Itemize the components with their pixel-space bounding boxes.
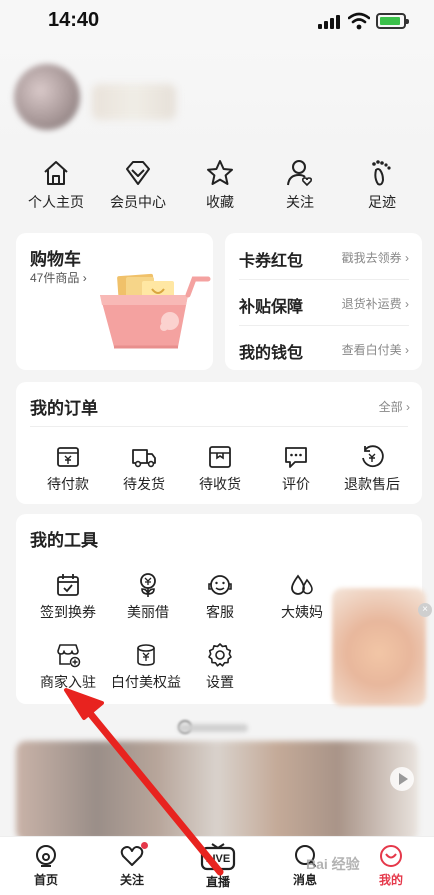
notification-dot [141, 842, 148, 849]
tab-follow[interactable]: 关注 [97, 842, 167, 888]
cart-card[interactable]: 购物车 47件商品 › [16, 233, 213, 370]
tool-label: 客服 [206, 604, 234, 620]
quick-label: 会员中心 [110, 194, 166, 210]
recommend-feed-blurred[interactable] [16, 741, 418, 841]
subsidy-row[interactable]: 补贴保障 退货补运费 › [239, 279, 409, 325]
signal-icon [318, 15, 344, 29]
tool-customer-service[interactable]: 客服 [180, 572, 260, 622]
username-blurred [92, 84, 176, 120]
home-icon [44, 161, 68, 185]
order-pending-payment[interactable]: 待付款 [30, 444, 106, 494]
tab-label: 直播 [205, 875, 230, 889]
wallet-row[interactable]: 我的钱包 查看白付美 › [239, 325, 409, 371]
gear-icon [208, 643, 232, 667]
shopping-cart-illustration [100, 273, 211, 349]
tool-label: 设置 [206, 674, 234, 690]
tool-label: 白付美权益 [111, 674, 181, 690]
tools-title: 我的工具 [30, 531, 98, 550]
subsidy-label: 补贴保障 [239, 299, 304, 316]
tool-label: 美丽借 [127, 604, 169, 620]
floating-promo-image[interactable] [332, 588, 426, 706]
status-bar: 14:40 [0, 0, 434, 44]
orders-card: 我的订单 全部 › 待付款 待发货 待收货 评价 退款售后 [16, 382, 422, 504]
order-label: 待付款 [47, 476, 89, 492]
cart-count: 47件商品 › [30, 271, 87, 285]
close-icon[interactable]: × [418, 603, 432, 617]
quick-label: 关注 [286, 194, 314, 210]
quick-personal-home[interactable]: 个人主页 [14, 158, 98, 212]
money-flower-icon [140, 573, 156, 597]
tool-merchant-join[interactable]: 商家入驻 [28, 642, 108, 692]
quick-label: 收藏 [206, 194, 234, 210]
quick-footprint[interactable]: 足迹 [340, 158, 424, 212]
order-label: 待发货 [123, 476, 165, 492]
tool-label: 商家入驻 [40, 674, 96, 690]
orders-title: 我的订单 [30, 399, 98, 418]
wallet-icon [57, 447, 79, 467]
order-pending-shipment[interactable]: 待发货 [106, 444, 182, 494]
tab-label: 关注 [119, 873, 144, 887]
coupons-label: 卡券红包 [239, 253, 304, 270]
order-label: 待收货 [199, 476, 241, 492]
home-tab-icon [36, 845, 56, 867]
coupons-sub: 戳我去领券 › [341, 251, 409, 265]
bottom-tab-bar: 首页 关注 LIVE 直播 消息 我的 [0, 836, 434, 895]
status-time: 14:40 [48, 9, 100, 31]
tab-label: 首页 [33, 873, 58, 887]
quick-member-center[interactable]: 会员中心 [96, 158, 180, 212]
user-heart-icon [287, 160, 313, 187]
diamond-icon [126, 161, 150, 185]
star-icon [207, 160, 233, 185]
quick-label: 足迹 [368, 194, 396, 210]
tool-checkin[interactable]: 签到换券 [28, 572, 108, 622]
shop-plus-icon [57, 644, 81, 668]
tool-label: 签到换券 [40, 604, 96, 620]
wifi-icon [348, 12, 370, 30]
recommend-header-blurred [130, 718, 300, 738]
coupons-row[interactable]: 卡券红包 戳我去领券 › [239, 233, 409, 279]
profile-header[interactable] [0, 44, 434, 154]
quick-favorites[interactable]: 收藏 [178, 158, 262, 212]
quick-label: 个人主页 [28, 194, 84, 210]
tool-label: 大姨妈 [281, 604, 323, 620]
orders-all-link[interactable]: 全部 › [379, 398, 410, 415]
order-label: 退款售后 [344, 476, 400, 492]
package-icon [209, 446, 231, 468]
tool-baifumei-rights[interactable]: 白付美权益 [108, 642, 184, 692]
comment-icon [285, 447, 307, 468]
wallet-sub: 查看白付美 › [341, 343, 409, 357]
watermark: Bai 经验 [306, 856, 360, 872]
battery-icon [376, 13, 409, 29]
benefits-card: 卡券红包 戳我去领券 › 补贴保障 退货补运费 › 我的钱包 查看白付美 › [225, 233, 422, 370]
tool-meilijie[interactable]: 美丽借 [108, 572, 188, 622]
tool-period[interactable]: 大姨妈 [262, 572, 342, 622]
order-refund[interactable]: 退款售后 [334, 444, 410, 494]
wallet-label: 我的钱包 [239, 345, 304, 362]
tab-label: 我的 [378, 873, 403, 887]
tab-live[interactable]: LIVE 直播 [183, 843, 253, 890]
chevron-right-icon: › [82, 271, 87, 285]
order-review[interactable]: 评价 [258, 444, 334, 494]
footprint-icon [372, 160, 391, 186]
avatar[interactable] [14, 64, 80, 130]
cart-title: 购物车 [30, 250, 81, 269]
truck-icon [132, 449, 156, 468]
tab-me[interactable]: 我的 [356, 843, 426, 888]
live-badge: LIVE [205, 853, 231, 865]
order-label: 评价 [282, 476, 310, 492]
drops-icon [291, 574, 313, 595]
tool-settings[interactable]: 设置 [180, 642, 260, 692]
tab-home[interactable]: 首页 [11, 843, 81, 888]
play-icon[interactable] [390, 767, 414, 791]
refund-icon [362, 445, 384, 468]
customer-service-icon [208, 575, 232, 595]
subsidy-sub: 退货补运费 › [341, 297, 409, 311]
divider [30, 426, 408, 427]
quick-nav: 个人主页 会员中心 收藏 关注 足迹 [0, 158, 434, 218]
order-pending-receipt[interactable]: 待收货 [182, 444, 258, 494]
quick-follow[interactable]: 关注 [258, 158, 342, 212]
calendar-check-icon [57, 574, 79, 596]
coin-stack-icon [137, 644, 155, 666]
me-icon [380, 845, 402, 867]
